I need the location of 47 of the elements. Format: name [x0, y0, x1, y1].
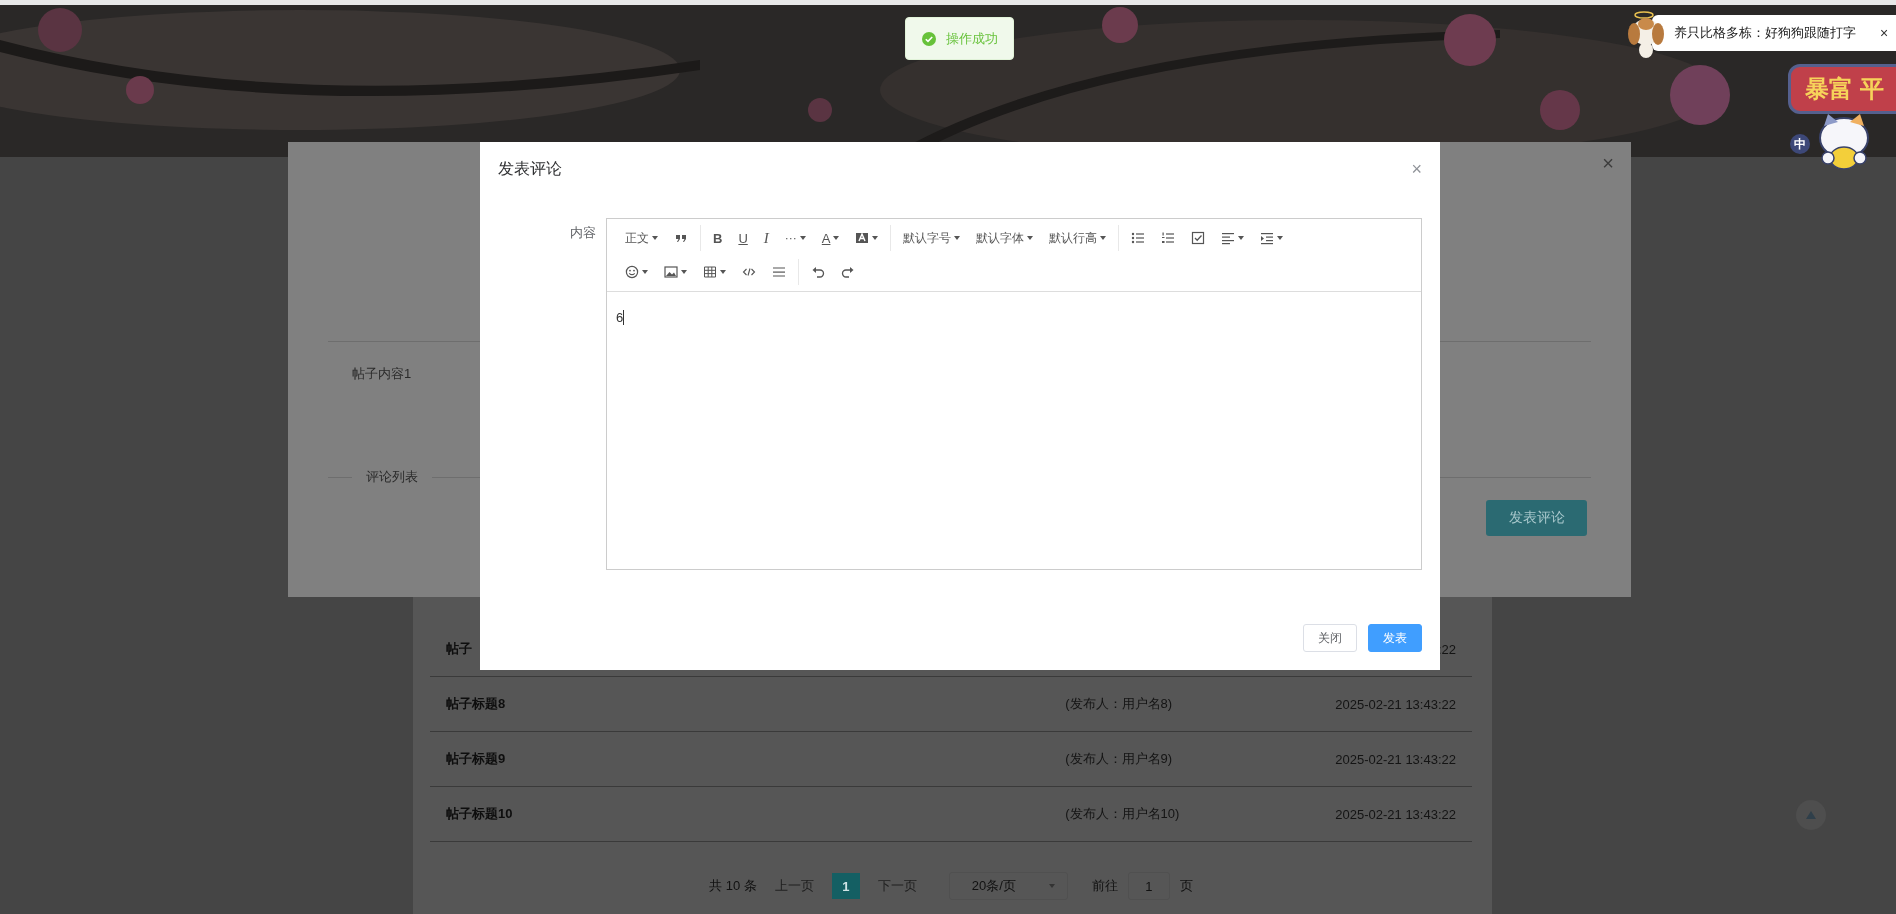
- close-button[interactable]: 关闭: [1303, 624, 1357, 652]
- undo-icon: [811, 265, 825, 279]
- field-label: 内容: [569, 224, 596, 242]
- section-divider-label: 评论列表: [366, 468, 418, 486]
- post-publisher: (发布人：用户名8): [1065, 695, 1174, 713]
- post-publisher: (发布人：用户名9): [1065, 750, 1174, 768]
- table-icon: [703, 265, 717, 279]
- toolbar-button[interactable]: I: [757, 226, 775, 250]
- success-icon: [921, 31, 936, 46]
- post-time: 2025-02-21 13:43:22: [1335, 806, 1456, 822]
- align-left-icon: [1221, 231, 1236, 245]
- image-icon: [664, 265, 678, 279]
- close-icon[interactable]: ×: [1880, 25, 1889, 41]
- checkbox-icon: [1191, 231, 1206, 245]
- toolbar-button[interactable]: 正文: [619, 226, 664, 250]
- total-count: 共 10 条: [709, 877, 757, 895]
- smiley-icon: [625, 265, 639, 279]
- goto-label: 前往: [1091, 877, 1118, 895]
- toolbar-button[interactable]: 默认字体: [970, 226, 1040, 250]
- post-publisher: (发布人：用户名10): [1065, 805, 1181, 823]
- toast-message: 操作成功: [905, 17, 1014, 60]
- toolbar-button[interactable]: 默认字号: [897, 226, 967, 250]
- post-comment-button[interactable]: 发表评论: [1486, 500, 1587, 536]
- numbered-list-icon: [1161, 231, 1176, 245]
- post-time: 2025-02-21 13:43:22: [1335, 696, 1456, 712]
- bulleted-list-icon: [1131, 231, 1146, 245]
- triangle-up-icon: [1806, 811, 1816, 819]
- indent-icon: [1260, 231, 1275, 245]
- notification-text: 养只比格多栋：好狗狗跟随打字: [1674, 24, 1856, 42]
- toolbar-button[interactable]: B: [707, 226, 729, 250]
- highlight-letter-icon: [855, 231, 870, 245]
- rich-text-editor[interactable]: 正文 B U I ··· A 默认字号 默认字体 默认行高 6: [606, 218, 1422, 570]
- post-time: 2025-02-21 13:43:22: [1335, 751, 1456, 767]
- page-suffix: 页: [1179, 877, 1193, 895]
- horizontal-lines-icon: [772, 265, 786, 279]
- page-number[interactable]: 1: [831, 873, 860, 899]
- redo-icon: [841, 265, 855, 279]
- toolbar-button[interactable]: 默认行高: [1043, 226, 1113, 250]
- post-content: 帖子内容1: [352, 365, 412, 383]
- sticker-sign: 暴富 平: [1788, 64, 1896, 114]
- dialog-title: 发表评论: [498, 159, 562, 179]
- toolbar-button[interactable]: ···: [778, 226, 812, 250]
- toolbar-button[interactable]: U: [732, 226, 754, 250]
- editor-text: 6: [616, 309, 624, 325]
- post-time: :22: [1437, 641, 1456, 657]
- toolbar-button[interactable]: A: [815, 226, 846, 250]
- code-icon: [742, 265, 756, 279]
